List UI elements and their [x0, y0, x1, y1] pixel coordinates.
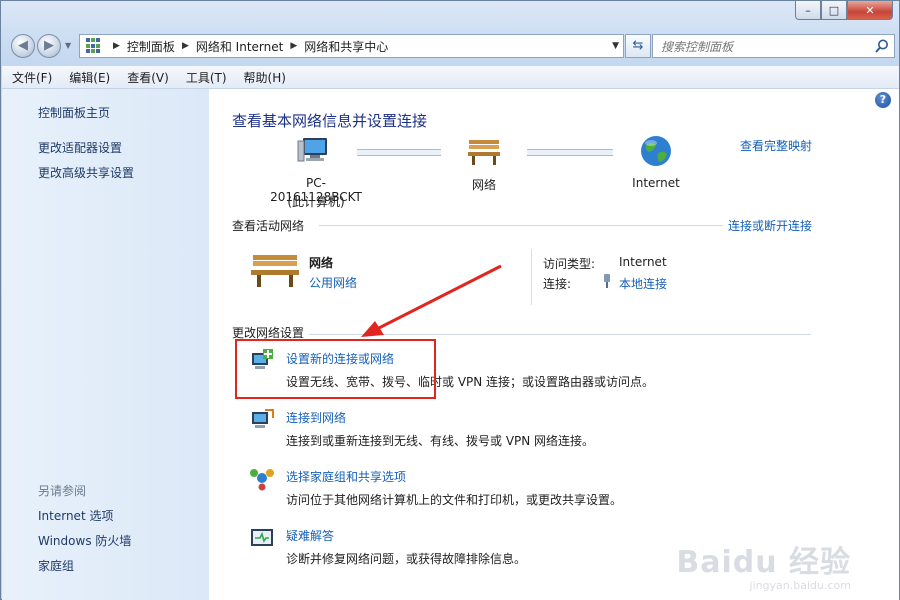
sidebar-link-windows-firewall[interactable]: Windows 防火墙 [38, 532, 131, 549]
refresh-button[interactable]: ⇆ [625, 34, 651, 58]
sidebar-link-control-panel-home[interactable]: 控制面板主页 [38, 104, 110, 121]
caption-buttons: – □ ✕ [795, 1, 893, 20]
search-box[interactable] [652, 34, 895, 58]
help-icon[interactable]: ? [875, 92, 891, 108]
close-button[interactable]: ✕ [847, 1, 893, 20]
vertical-divider [531, 249, 532, 305]
watermark-logo: Baidu 经验 [676, 545, 851, 580]
computer-sub: (此计算机) [287, 195, 345, 209]
menu-view[interactable]: 查看(V) [117, 69, 176, 86]
see-also-title: 另请参阅 [38, 484, 87, 498]
globe-icon[interactable] [638, 133, 674, 169]
recent-pages-dropdown[interactable]: ▼ [65, 41, 71, 50]
sidebar-link-internet-options[interactable]: Internet 选项 [38, 507, 113, 524]
computer-icon[interactable] [295, 133, 331, 169]
troubleshoot-icon [251, 529, 273, 546]
search-icon[interactable] [874, 38, 890, 54]
menu-file[interactable]: 文件(F) [2, 69, 59, 86]
minimize-button[interactable]: – [795, 1, 821, 20]
sidebar-link-advanced-sharing[interactable]: 更改高级共享设置 [38, 164, 134, 181]
main-content: ? 查看基本网络信息并设置连接 查看完整映射 PC-20161128BCKT (… [209, 89, 899, 600]
page-title: 查看基本网络信息并设置连接 [232, 112, 428, 130]
forward-button[interactable]: ▶ [37, 34, 61, 58]
back-button[interactable]: ◀ [11, 34, 35, 58]
network-type-link[interactable]: 公用网络 [309, 274, 357, 291]
homegroup-icon [250, 469, 274, 491]
sidebar-link-adapter-settings[interactable]: 更改适配器设置 [38, 139, 122, 156]
task-homegroup-link[interactable]: 选择家庭组和共享选项 [286, 468, 406, 485]
window: – □ ✕ ◀ ▶ ▼ ▶ 控制面板 ▶ 网络和 Internet ▶ 网络和共… [0, 0, 900, 600]
address-bar[interactable]: ▶ 控制面板 ▶ 网络和 Internet ▶ 网络和共享中心 ▼ [79, 34, 624, 58]
highlight-box [235, 339, 436, 399]
ethernet-icon [604, 274, 610, 288]
chevron-down-icon[interactable]: ▼ [612, 41, 619, 51]
menu-edit[interactable]: 编辑(E) [59, 69, 117, 86]
sidebar-link-homegroup[interactable]: 家庭组 [38, 557, 74, 574]
breadcrumb-network-internet[interactable]: 网络和 Internet [196, 38, 283, 55]
chevron-right-icon[interactable]: ▶ [290, 41, 297, 51]
left-pane: 控制面板主页 更改适配器设置 更改高级共享设置 另请参阅 Internet 选项… [2, 89, 209, 600]
full-map-link[interactable]: 查看完整映射 [740, 137, 812, 154]
section-rule [319, 225, 723, 226]
breadcrumb-control-panel[interactable]: 控制面板 [127, 38, 175, 55]
local-connection-link[interactable]: 本地连接 [619, 275, 667, 292]
task-homegroup-desc: 访问位于其他网络计算机上的文件和打印机，或更改共享设置。 [286, 493, 623, 507]
access-type-label: 访问类型: [543, 257, 596, 271]
map-network-label: 网络 [471, 178, 496, 192]
connect-disconnect-link[interactable]: 连接或断开连接 [728, 217, 812, 234]
map-connector [357, 149, 441, 156]
breadcrumb-network-sharing-center[interactable]: 网络和共享中心 [304, 38, 388, 55]
map-connector [527, 149, 613, 156]
maximize-button[interactable]: □ [821, 1, 847, 20]
bench-icon[interactable] [466, 133, 502, 169]
section-rule [309, 334, 811, 335]
task-troubleshoot-desc: 诊断并修复网络问题，或获得故障排除信息。 [286, 552, 527, 566]
watermark: Baidu 经验 jingyan.baidu.com [676, 537, 851, 592]
menu-tools[interactable]: 工具(T) [176, 69, 234, 86]
active-network-name: 网络 [309, 256, 334, 270]
active-networks-title: 查看活动网络 [232, 219, 305, 233]
navigation-row: ◀ ▶ ▼ ▶ 控制面板 ▶ 网络和 Internet ▶ 网络和共享中心 ▼ … [9, 33, 895, 59]
menu-bar: 文件(F) 编辑(E) 查看(V) 工具(T) 帮助(H) [2, 66, 899, 89]
connect-network-icon [252, 409, 274, 428]
chevron-right-icon[interactable]: ▶ [113, 41, 120, 51]
task-connect-network-link[interactable]: 连接到网络 [286, 409, 346, 426]
search-input[interactable] [659, 36, 873, 58]
bench-icon [251, 255, 299, 287]
task-troubleshoot-link[interactable]: 疑难解答 [286, 527, 334, 544]
map-internet-label: Internet [632, 176, 680, 190]
task-connect-network-desc: 连接到或重新连接到无线、有线、拨号或 VPN 网络连接。 [286, 434, 595, 448]
connection-label: 连接: [543, 277, 572, 291]
access-type-value: Internet [619, 255, 667, 269]
control-panel-icon [86, 38, 102, 54]
menu-help[interactable]: 帮助(H) [234, 69, 293, 86]
chevron-right-icon[interactable]: ▶ [182, 41, 189, 51]
